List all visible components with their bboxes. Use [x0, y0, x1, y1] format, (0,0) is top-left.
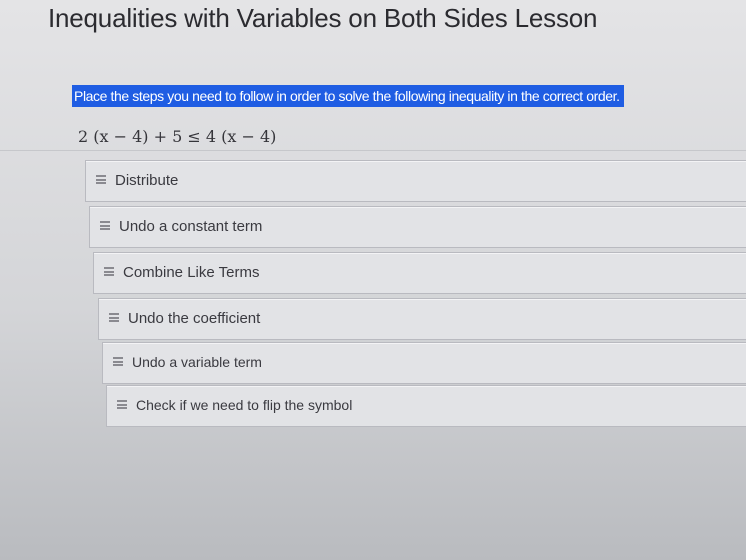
ordering-list: Distribute Undo a constant term Combine … — [0, 0, 746, 560]
drag-handle-icon[interactable] — [109, 313, 119, 322]
drag-handle-icon[interactable] — [104, 267, 114, 276]
step-label: Check if we need to flip the symbol — [136, 397, 353, 413]
step-label: Undo a variable term — [132, 354, 262, 370]
drag-handle-icon[interactable] — [117, 400, 127, 409]
step-label: Undo a constant term — [119, 218, 263, 235]
step-item-undo-variable[interactable]: Undo a variable term — [102, 342, 746, 384]
drag-handle-icon[interactable] — [100, 221, 110, 230]
step-label: Combine Like Terms — [123, 264, 260, 281]
drag-handle-icon[interactable] — [113, 357, 123, 366]
step-label: Undo the coefficient — [128, 310, 261, 327]
step-item-undo-coefficient[interactable]: Undo the coefficient — [98, 298, 746, 340]
lesson-page: Inequalities with Variables on Both Side… — [0, 0, 746, 560]
step-item-distribute[interactable]: Distribute — [85, 160, 746, 202]
step-label: Distribute — [115, 172, 179, 189]
step-item-combine-like-terms[interactable]: Combine Like Terms — [93, 252, 746, 294]
drag-handle-icon[interactable] — [96, 175, 106, 184]
step-item-undo-constant[interactable]: Undo a constant term — [89, 206, 746, 248]
step-item-check-flip[interactable]: Check if we need to flip the symbol — [106, 385, 746, 427]
